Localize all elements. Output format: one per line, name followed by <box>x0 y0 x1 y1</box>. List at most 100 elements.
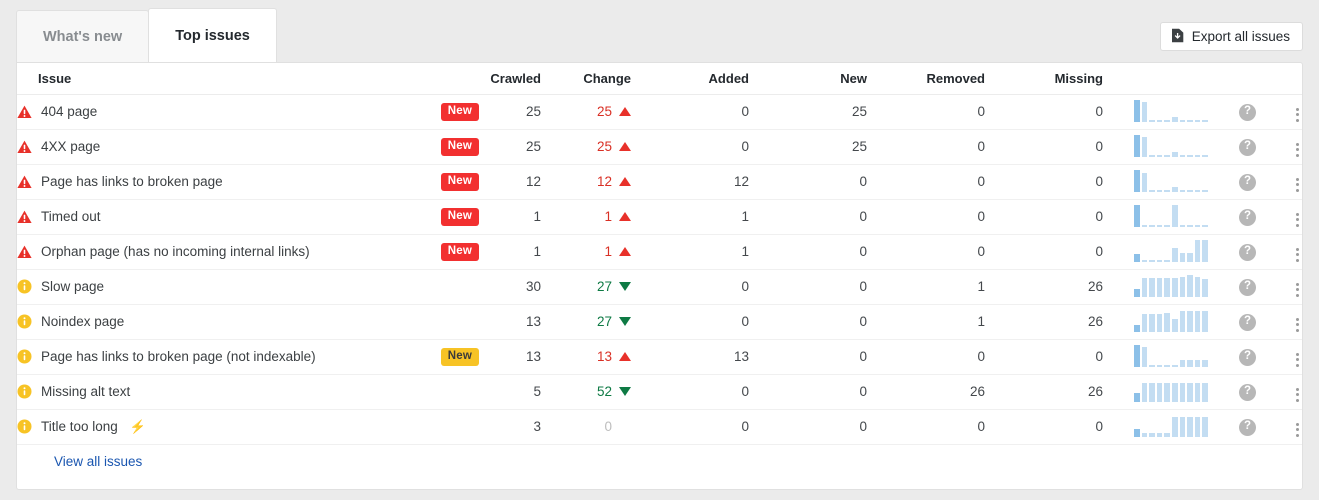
change-value: 0 <box>604 419 612 434</box>
missing-value: 0 <box>985 129 1103 164</box>
issue-name-cell[interactable]: Orphan page (has no incoming internal li… <box>17 234 427 269</box>
issue-name-cell[interactable]: Timed out <box>17 199 427 234</box>
menu-cell <box>1256 269 1302 304</box>
help-circle-icon[interactable]: ? <box>1239 174 1256 191</box>
change-cell: 27 <box>541 304 631 339</box>
issue-name-cell[interactable]: Page has links to broken page <box>17 164 427 199</box>
kebab-menu-icon[interactable] <box>1293 420 1302 440</box>
table-row[interactable]: Slow page 30 27 0 0 1 26 ? <box>17 269 1302 304</box>
crawled-value: 25 <box>479 94 541 129</box>
change-value: 13 <box>597 349 612 364</box>
column-header-help <box>1208 63 1256 94</box>
column-header-change[interactable]: Change <box>541 63 631 94</box>
column-header-menu <box>1256 63 1302 94</box>
missing-value: 0 <box>985 234 1103 269</box>
table-row[interactable]: Orphan page (has no incoming internal li… <box>17 234 1302 269</box>
warning-info-icon <box>17 419 32 434</box>
kebab-menu-icon[interactable] <box>1293 280 1302 300</box>
issue-name-cell[interactable]: 404 page <box>17 94 427 129</box>
kebab-menu-icon[interactable] <box>1293 175 1302 195</box>
help-cell: ? <box>1208 374 1256 409</box>
table-row[interactable]: Page has links to broken page (not index… <box>17 339 1302 374</box>
new-value: 25 <box>749 129 867 164</box>
column-header-issue[interactable]: Issue <box>17 63 427 94</box>
issue-name-cell[interactable]: Slow page <box>17 269 427 304</box>
help-circle-icon[interactable]: ? <box>1239 349 1256 366</box>
table-row[interactable]: Title too long ⚡ 3 0 0 0 0 0 ? <box>17 409 1302 444</box>
kebab-menu-icon[interactable] <box>1293 350 1302 370</box>
kebab-menu-icon[interactable] <box>1293 315 1302 335</box>
issue-badge-cell: New <box>427 199 479 234</box>
help-circle-icon[interactable]: ? <box>1239 314 1256 331</box>
issue-name-cell[interactable]: Noindex page <box>17 304 427 339</box>
tab-top-issues[interactable]: Top issues <box>148 8 277 62</box>
document-download-icon <box>1171 28 1184 46</box>
new-badge: New <box>441 348 479 366</box>
trend-sparkline <box>1103 304 1208 339</box>
tab-bar: What's new Top issues <box>16 10 1303 62</box>
trend-sparkline <box>1103 94 1208 129</box>
trend-sparkline <box>1103 234 1208 269</box>
crawled-value: 5 <box>479 374 541 409</box>
help-circle-icon[interactable]: ? <box>1239 104 1256 121</box>
issue-name-cell[interactable]: Missing alt text <box>17 374 427 409</box>
added-value: 0 <box>631 94 749 129</box>
tab-whats-new[interactable]: What's new <box>16 10 149 62</box>
new-value: 0 <box>749 409 867 444</box>
help-circle-icon[interactable]: ? <box>1239 209 1256 226</box>
help-cell: ? <box>1208 129 1256 164</box>
crawled-value: 30 <box>479 269 541 304</box>
issue-badge-cell <box>427 409 479 444</box>
export-all-issues-button[interactable]: Export all issues <box>1160 22 1303 51</box>
new-value: 0 <box>749 234 867 269</box>
column-header-crawled[interactable]: Crawled <box>479 63 541 94</box>
kebab-menu-icon[interactable] <box>1293 245 1302 265</box>
added-value: 13 <box>631 339 749 374</box>
kebab-menu-icon[interactable] <box>1293 140 1302 160</box>
missing-value: 26 <box>985 374 1103 409</box>
column-header-missing[interactable]: Missing <box>985 63 1103 94</box>
table-row[interactable]: Noindex page 13 27 0 0 1 26 ? <box>17 304 1302 339</box>
kebab-menu-icon[interactable] <box>1293 210 1302 230</box>
added-value: 12 <box>631 164 749 199</box>
change-value: 25 <box>597 104 612 119</box>
crawled-value: 13 <box>479 304 541 339</box>
trend-sparkline <box>1103 269 1208 304</box>
removed-value: 0 <box>867 409 985 444</box>
top-issues-panel: What's new Top issues Export all issues … <box>0 0 1319 500</box>
change-cell: 25 <box>541 129 631 164</box>
issue-name-cell[interactable]: 4XX page <box>17 129 427 164</box>
column-header-new[interactable]: New <box>749 63 867 94</box>
help-circle-icon[interactable]: ? <box>1239 419 1256 436</box>
added-value: 0 <box>631 304 749 339</box>
crawled-value: 3 <box>479 409 541 444</box>
table-row[interactable]: 404 page New 25 25 0 25 0 0 ? <box>17 94 1302 129</box>
kebab-menu-icon[interactable] <box>1293 385 1302 405</box>
change-cell: 12 <box>541 164 631 199</box>
help-circle-icon[interactable]: ? <box>1239 279 1256 296</box>
kebab-menu-icon[interactable] <box>1293 105 1302 125</box>
column-header-removed[interactable]: Removed <box>867 63 985 94</box>
column-header-added[interactable]: Added <box>631 63 749 94</box>
missing-value: 0 <box>985 164 1103 199</box>
issue-name-cell[interactable]: Page has links to broken page (not index… <box>17 339 427 374</box>
removed-value: 0 <box>867 94 985 129</box>
new-value: 0 <box>749 374 867 409</box>
table-row[interactable]: Page has links to broken page New 12 12 … <box>17 164 1302 199</box>
issue-name-cell[interactable]: Title too long ⚡ <box>17 409 427 444</box>
help-circle-icon[interactable]: ? <box>1239 384 1256 401</box>
table-row[interactable]: 4XX page New 25 25 0 25 0 0 ? <box>17 129 1302 164</box>
help-circle-icon[interactable]: ? <box>1239 139 1256 156</box>
issue-badge-cell: New <box>427 234 479 269</box>
error-triangle-icon <box>17 140 32 154</box>
issues-table: Issue Crawled Change Added New Removed M… <box>17 63 1302 445</box>
table-row[interactable]: Timed out New 1 1 1 0 0 0 ? <box>17 199 1302 234</box>
warning-info-icon <box>17 314 32 329</box>
error-triangle-icon <box>17 245 32 259</box>
menu-cell <box>1256 339 1302 374</box>
view-all-issues-link[interactable]: View all issues <box>54 454 142 469</box>
table-row[interactable]: Missing alt text 5 52 0 0 26 26 ? <box>17 374 1302 409</box>
help-circle-icon[interactable]: ? <box>1239 244 1256 261</box>
missing-value: 26 <box>985 304 1103 339</box>
new-badge: New <box>441 243 479 261</box>
